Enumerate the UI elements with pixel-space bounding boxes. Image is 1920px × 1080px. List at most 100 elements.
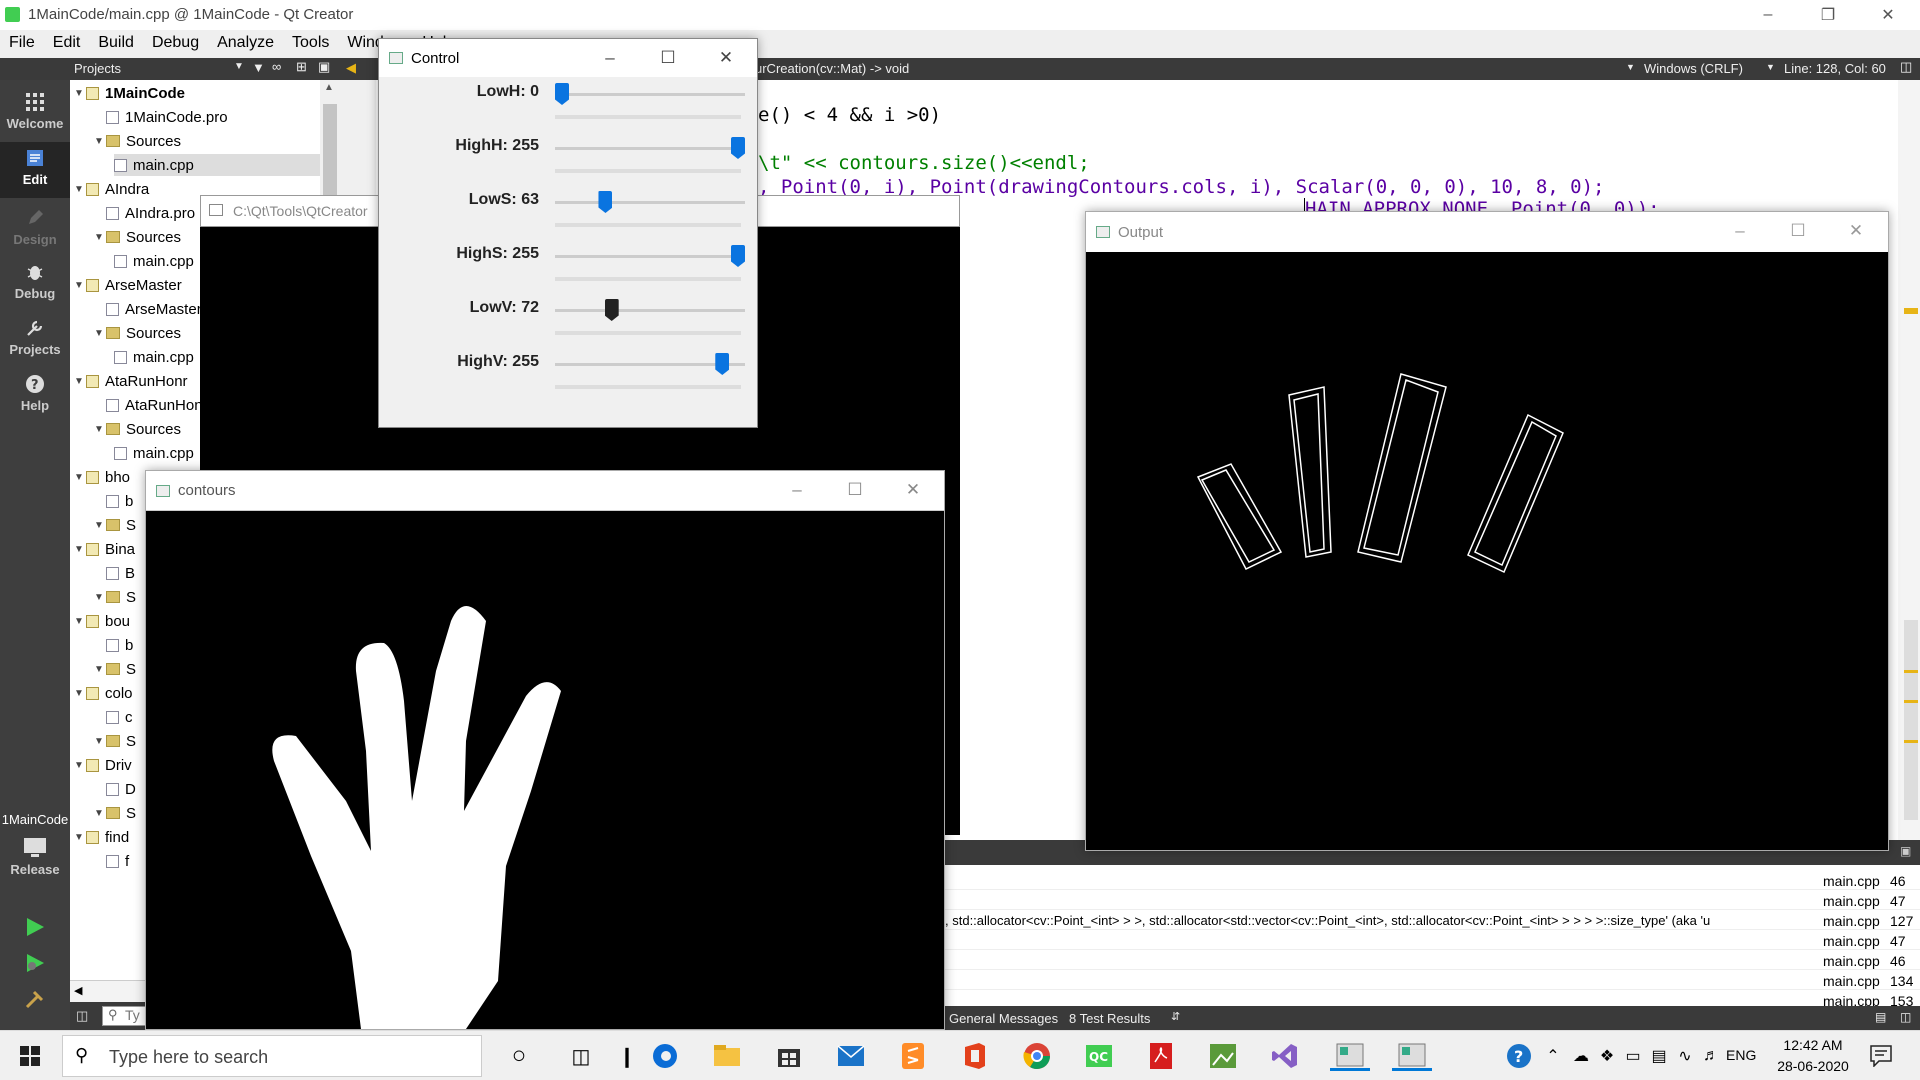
split-editor-icon[interactable]: ◫ <box>1900 59 1912 75</box>
maximize-button[interactable]: ☐ <box>826 471 884 509</box>
control-window[interactable]: Control – ☐ ✕ LowH: 0 HighH: 255 LowS: 63 H… <box>378 38 758 428</box>
mode-debug[interactable]: Debug <box>0 260 70 301</box>
console-taskbar-icon[interactable] <box>1392 1041 1432 1071</box>
restore-button[interactable]: ❐ <box>1800 0 1856 30</box>
slider-track[interactable] <box>555 147 745 150</box>
close-button[interactable]: ✕ <box>697 39 755 77</box>
issue-row[interactable]: main.cpp 134 <box>945 970 1920 990</box>
slider-thumb[interactable] <box>604 299 619 321</box>
contours-window[interactable]: contours – ☐ ✕ <box>145 470 945 1030</box>
menu-file[interactable]: File <box>0 30 44 58</box>
tab-test-results[interactable]: 8 Test Results <box>1069 1011 1150 1026</box>
input-language[interactable]: ENG <box>1726 1047 1756 1063</box>
line-ending-selector[interactable]: Windows (CRLF) <box>1644 61 1743 76</box>
tab-general-messages[interactable]: General Messages <box>949 1011 1058 1026</box>
menu-build[interactable]: Build <box>89 30 143 58</box>
expand-arrow-icon[interactable]: ▼ <box>74 280 86 291</box>
mail-icon[interactable] <box>836 1041 866 1071</box>
expand-arrow-icon[interactable]: ▼ <box>74 88 86 99</box>
expand-arrow-icon[interactable]: ▼ <box>74 472 86 483</box>
clock-date[interactable]: 28-06-2020 <box>1768 1058 1858 1074</box>
slider-track[interactable] <box>555 309 745 312</box>
cortana-icon[interactable]: ○ <box>504 1041 534 1071</box>
link-icon[interactable]: ∞ <box>272 59 281 74</box>
issue-row[interactable]: main.cpp 47 <box>945 930 1920 950</box>
chevron-up-icon[interactable]: ▲ <box>324 82 334 93</box>
mode-welcome[interactable]: Welcome <box>0 90 70 131</box>
maximize-icon[interactable]: ▣ <box>1900 844 1911 858</box>
maximize-button[interactable]: ☐ <box>639 39 697 77</box>
issue-row[interactable]: , std::allocator<cv::Point_<int> > >, st… <box>945 910 1920 930</box>
expand-arrow-icon[interactable]: ▼ <box>94 232 106 243</box>
sidebar-toggle-icon[interactable]: ◫ <box>76 1008 88 1024</box>
expand-arrow-icon[interactable]: ▼ <box>94 664 106 675</box>
windows-start-icon[interactable] <box>15 1041 45 1071</box>
expand-arrow-icon[interactable]: ▼ <box>94 520 106 531</box>
expand-arrow-icon[interactable]: ▼ <box>94 736 106 747</box>
task-view-icon[interactable]: ◫ <box>566 1041 596 1071</box>
expand-arrow-icon[interactable]: ▼ <box>74 616 86 627</box>
store-icon[interactable] <box>774 1041 804 1071</box>
kit-selector[interactable]: Release <box>0 836 70 877</box>
image-editor-icon[interactable] <box>1208 1041 1238 1071</box>
split-icon[interactable]: ◫ <box>1900 1010 1911 1024</box>
issue-row[interactable]: main.cpp 46 <box>945 950 1920 970</box>
slider-thumb[interactable] <box>715 353 730 375</box>
minimize-button[interactable]: – <box>581 39 639 77</box>
panel-icon[interactable]: ▤ <box>1875 1010 1886 1024</box>
expand-arrow-icon[interactable]: ▼ <box>74 688 86 699</box>
acrobat-icon[interactable] <box>1146 1041 1176 1071</box>
close-button[interactable]: ✕ <box>884 471 942 509</box>
tree-project-item[interactable]: ▼ 1MainCode <box>74 82 320 104</box>
debug-run-icon[interactable] <box>24 952 46 974</box>
mode-help[interactable]: ? Help <box>0 372 70 413</box>
clock-time[interactable]: 12:42 AM <box>1768 1037 1858 1053</box>
updown-icon[interactable]: ⇵ <box>1171 1010 1180 1023</box>
chevron-up-icon[interactable]: ⌃ <box>1538 1041 1568 1071</box>
help-tray-icon[interactable]: ? <box>1504 1041 1534 1071</box>
tree-file-item[interactable]: 1MainCode.pro <box>106 106 320 128</box>
menu-tools[interactable]: Tools <box>283 30 338 58</box>
slider-thumb[interactable] <box>731 137 745 159</box>
split-icon[interactable]: ⊞ <box>296 59 307 75</box>
chrome-icon[interactable] <box>1022 1041 1052 1071</box>
expand-arrow-icon[interactable]: ▼ <box>74 376 86 387</box>
output-window[interactable]: Output – ☐ ✕ <box>1085 211 1889 851</box>
run-icon[interactable] <box>24 916 46 938</box>
slider-track[interactable] <box>555 201 745 204</box>
editor-scrollbar[interactable] <box>1898 80 1920 840</box>
slider-thumb[interactable] <box>731 245 745 267</box>
mode-edit[interactable]: Edit <box>0 142 70 198</box>
cursor-position[interactable]: Line: 128, Col: 60 <box>1784 61 1886 76</box>
minimize-button[interactable]: – <box>1711 212 1769 250</box>
minimize-button[interactable]: – <box>1740 0 1796 30</box>
tree-folder-item[interactable]: ▼ Sources <box>94 130 320 152</box>
office-icon[interactable] <box>960 1041 990 1071</box>
menu-edit[interactable]: Edit <box>44 30 90 58</box>
visual-studio-icon[interactable] <box>1270 1041 1300 1071</box>
chevron-left-icon[interactable]: ◀ <box>74 984 82 997</box>
edge-browser-icon[interactable] <box>650 1041 680 1071</box>
volume-icon[interactable]: ♬ <box>1696 1041 1726 1071</box>
menu-analyze[interactable]: Analyze <box>208 30 283 58</box>
close-panel-icon[interactable]: ▣ <box>318 59 330 75</box>
minimize-button[interactable]: – <box>768 471 826 509</box>
close-button[interactable]: ✕ <box>1860 0 1916 30</box>
mode-projects[interactable]: Projects <box>0 316 70 357</box>
taskbar-search-box[interactable]: ⚲ Type here to search <box>62 1035 482 1077</box>
expand-arrow-icon[interactable]: ▼ <box>94 328 106 339</box>
file-explorer-icon[interactable] <box>712 1041 742 1071</box>
opencv-window-taskbar-icon[interactable] <box>1330 1041 1370 1071</box>
expand-arrow-icon[interactable]: ▼ <box>94 424 106 435</box>
scrollbar-thumb[interactable] <box>1904 620 1918 820</box>
slider-track[interactable] <box>555 93 745 96</box>
slider-track[interactable] <box>555 255 745 258</box>
maximize-button[interactable]: ☐ <box>1769 212 1827 250</box>
chevron-down-icon[interactable]: ▼ <box>234 61 244 72</box>
expand-arrow-icon[interactable]: ▼ <box>94 136 106 147</box>
menu-debug[interactable]: Debug <box>143 30 208 58</box>
close-button[interactable]: ✕ <box>1827 212 1885 250</box>
expand-arrow-icon[interactable]: ▼ <box>94 592 106 603</box>
filter-icon[interactable]: ▼ <box>252 60 265 75</box>
mode-design[interactable]: Design <box>0 206 70 247</box>
